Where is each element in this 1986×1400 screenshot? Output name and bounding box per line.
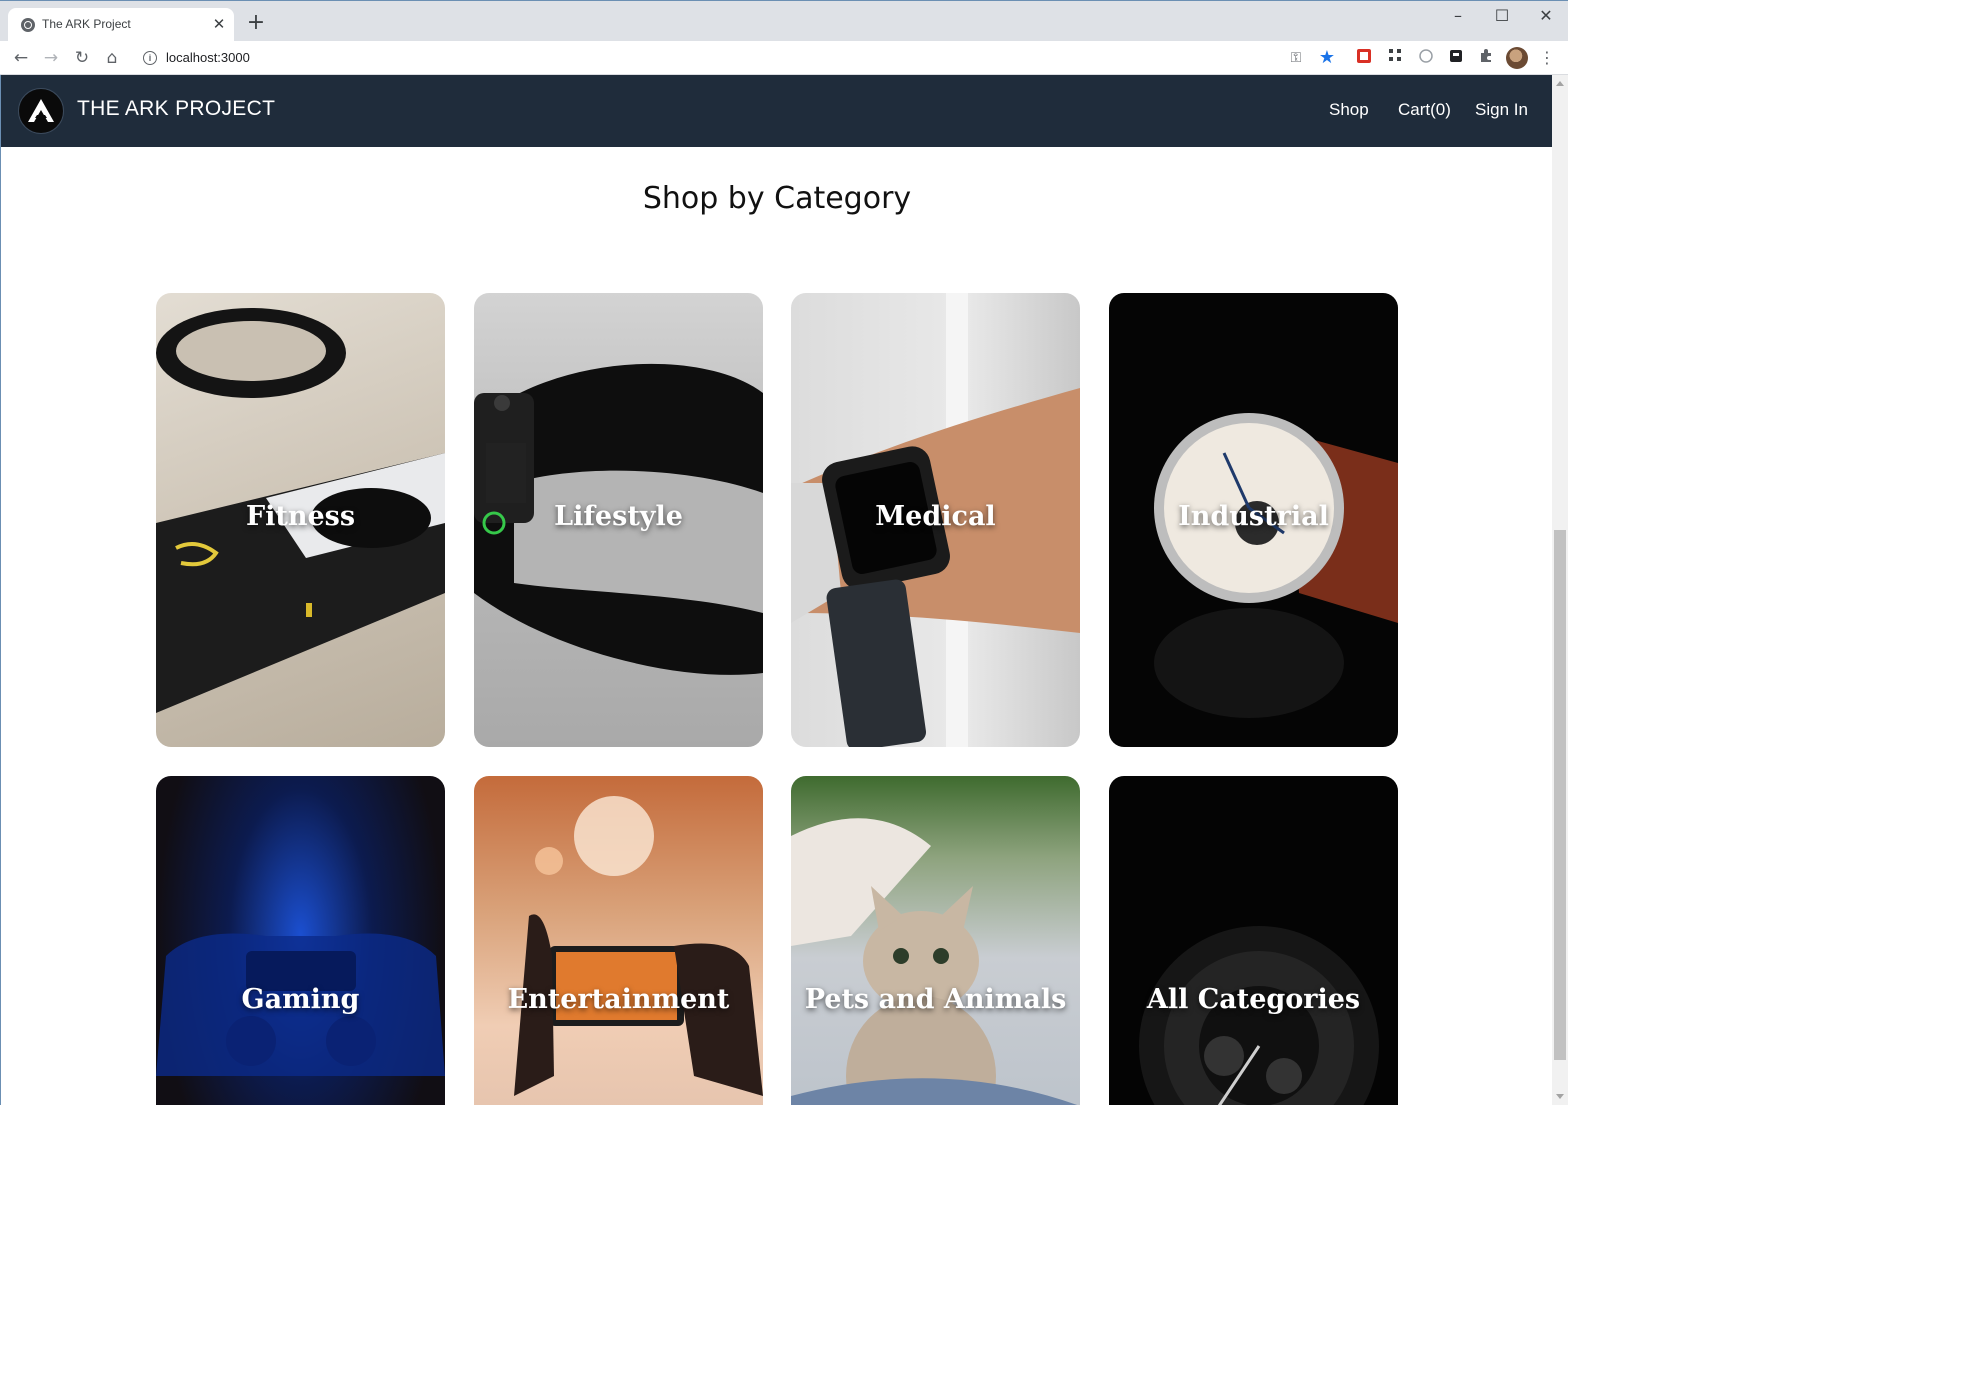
page-viewport: THE ARK PROJECT Shop Cart(0) Sign In Sho… [0, 75, 1552, 1105]
scroll-up-arrow-icon[interactable] [1556, 81, 1564, 86]
home-icon[interactable]: ⌂ [100, 46, 124, 70]
category-label: Medical [875, 501, 996, 532]
category-card-pets[interactable]: Pets and Animals [791, 776, 1080, 1105]
bookmark-star-icon[interactable]: ★ [1317, 48, 1337, 68]
section-title: Shop by Category [642, 181, 912, 216]
browser-tab[interactable]: The ARK Project ✕ [8, 8, 234, 42]
maximize-icon[interactable]: ☐ [1487, 5, 1517, 27]
category-label: Pets and Animals [804, 984, 1067, 1015]
category-label: Fitness [245, 501, 356, 532]
category-card-entertainment[interactable]: Entertainment [474, 776, 763, 1105]
browser-tabstrip: The ARK Project ✕ + – ☐ ✕ [0, 0, 1568, 42]
extension-box-icon[interactable] [1446, 48, 1466, 68]
category-card-medical[interactable]: Medical [791, 293, 1080, 747]
extension-red-icon[interactable] [1354, 48, 1374, 68]
category-card-fitness[interactable]: Fitness [156, 293, 445, 747]
page-scrollbar[interactable] [1552, 75, 1568, 1105]
forward-icon[interactable]: → [39, 46, 63, 70]
profile-avatar[interactable] [1506, 47, 1528, 69]
back-icon[interactable]: ← [9, 46, 33, 70]
category-label: Lifestyle [554, 501, 683, 532]
ark-logo[interactable] [18, 88, 64, 134]
category-label: Gaming [241, 984, 360, 1015]
category-card-lifestyle[interactable]: Lifestyle [474, 293, 763, 747]
info-icon[interactable]: i [143, 51, 157, 65]
close-tab-icon[interactable]: ✕ [211, 14, 227, 34]
reload-icon[interactable]: ↻ [70, 46, 94, 70]
browser-toolbar: ← → ↻ ⌂ i localhost:3000 ⚿ ★ ⋮ [0, 41, 1568, 75]
extension-circle-icon[interactable] [1416, 48, 1436, 68]
category-card-industrial[interactable]: Industrial [1109, 293, 1398, 747]
minimize-icon[interactable]: – [1443, 5, 1473, 27]
tab-title: The ARK Project [42, 17, 131, 31]
category-label: Entertainment [507, 984, 730, 1015]
nav-shop-link[interactable]: Shop [1329, 100, 1369, 120]
site-navbar: THE ARK PROJECT Shop Cart(0) Sign In [1, 75, 1552, 147]
key-icon[interactable]: ⚿ [1286, 48, 1306, 68]
new-tab-icon[interactable]: + [244, 11, 268, 35]
scroll-down-arrow-icon[interactable] [1556, 1094, 1564, 1099]
nav-signin-link[interactable]: Sign In [1475, 100, 1528, 120]
address-bar[interactable]: i localhost:3000 [133, 44, 1343, 72]
category-label: Industrial [1178, 501, 1329, 532]
extension-qr-icon[interactable] [1385, 48, 1405, 68]
url-text: localhost:3000 [166, 50, 250, 65]
puzzle-icon[interactable] [1476, 48, 1496, 68]
menu-dots-icon[interactable]: ⋮ [1537, 48, 1557, 68]
nav-cart-link[interactable]: Cart(0) [1398, 100, 1451, 120]
globe-icon [21, 18, 35, 32]
category-card-all[interactable]: All Categories [1109, 776, 1398, 1105]
scroll-thumb[interactable] [1554, 530, 1566, 1060]
category-card-gaming[interactable]: Gaming [156, 776, 445, 1105]
brand-name[interactable]: THE ARK PROJECT [77, 97, 275, 121]
window-close-icon[interactable]: ✕ [1531, 5, 1561, 27]
category-label: All Categories [1146, 984, 1361, 1015]
